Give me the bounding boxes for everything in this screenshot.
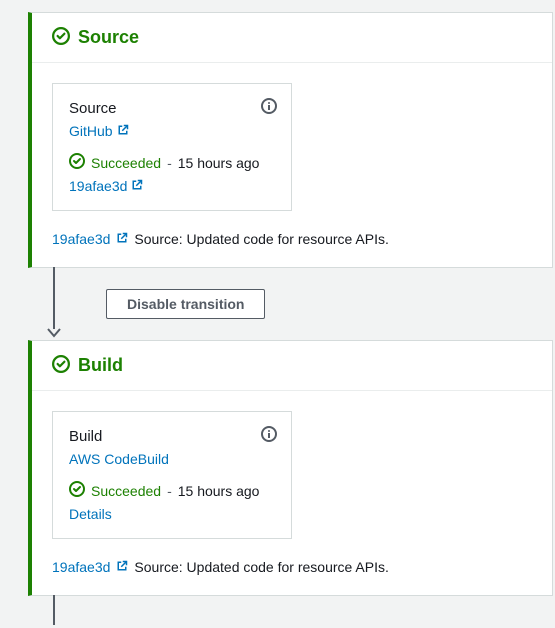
stage-body: Build AWS CodeBuild Succeeded - 15 hours… — [32, 391, 552, 559]
arrow-line — [53, 267, 55, 329]
footer-message: Source: Updated code for resource APIs. — [134, 231, 388, 247]
footer-message: Source: Updated code for resource APIs. — [134, 559, 388, 575]
info-icon[interactable] — [261, 98, 277, 117]
external-link-icon — [116, 559, 128, 575]
status-text: Succeeded — [91, 155, 161, 171]
status-text: Succeeded — [91, 483, 161, 499]
stage-transition: Disable transition — [28, 268, 553, 340]
stage-title: Build — [78, 355, 123, 376]
dash: - — [167, 483, 172, 499]
details-row: Details — [69, 506, 275, 522]
stage-header: Build — [32, 341, 552, 391]
success-check-icon — [69, 481, 85, 500]
stage-footer: 19afae3d Source: Updated code for resour… — [32, 559, 552, 595]
success-check-icon — [52, 355, 70, 376]
external-link-icon — [116, 231, 128, 247]
arrow-line — [53, 595, 55, 625]
stage-title: Source — [78, 27, 139, 48]
success-check-icon — [52, 27, 70, 48]
arrow-down-icon — [47, 325, 61, 341]
commit-row: 19afae3d — [69, 178, 275, 194]
provider-link[interactable]: AWS CodeBuild — [69, 451, 169, 467]
provider-row: GitHub — [69, 123, 275, 139]
status-row: Succeeded - 15 hours ago — [69, 481, 275, 500]
external-link-icon — [117, 123, 129, 139]
details-link[interactable]: Details — [69, 506, 112, 522]
success-check-icon — [69, 153, 85, 172]
provider-row: AWS CodeBuild — [69, 451, 275, 467]
pipeline-stage-build: Build Build AWS CodeBuild — [28, 340, 553, 596]
stage-body: Source GitHub — [32, 63, 552, 231]
action-name: Source — [69, 100, 275, 117]
info-icon[interactable] — [261, 426, 277, 445]
dash: - — [167, 155, 172, 171]
footer-commit-link[interactable]: 19afae3d — [52, 559, 110, 575]
stage-transition-bottom — [28, 596, 553, 626]
action-card-build: Build AWS CodeBuild Succeeded - 15 hours… — [52, 411, 292, 539]
stage-footer: 19afae3d Source: Updated code for resour… — [32, 231, 552, 267]
action-card-source: Source GitHub — [52, 83, 292, 211]
pipeline-stage-source: Source Source GitHub — [28, 12, 553, 268]
stage-header: Source — [32, 13, 552, 63]
time-text: 15 hours ago — [178, 155, 260, 171]
external-link-icon — [131, 178, 143, 194]
commit-link[interactable]: 19afae3d — [69, 178, 127, 194]
provider-link[interactable]: GitHub — [69, 123, 113, 139]
status-row: Succeeded - 15 hours ago — [69, 153, 275, 172]
time-text: 15 hours ago — [178, 483, 260, 499]
action-name: Build — [69, 428, 275, 445]
disable-transition-button[interactable]: Disable transition — [106, 289, 265, 319]
footer-commit-link[interactable]: 19afae3d — [52, 231, 110, 247]
